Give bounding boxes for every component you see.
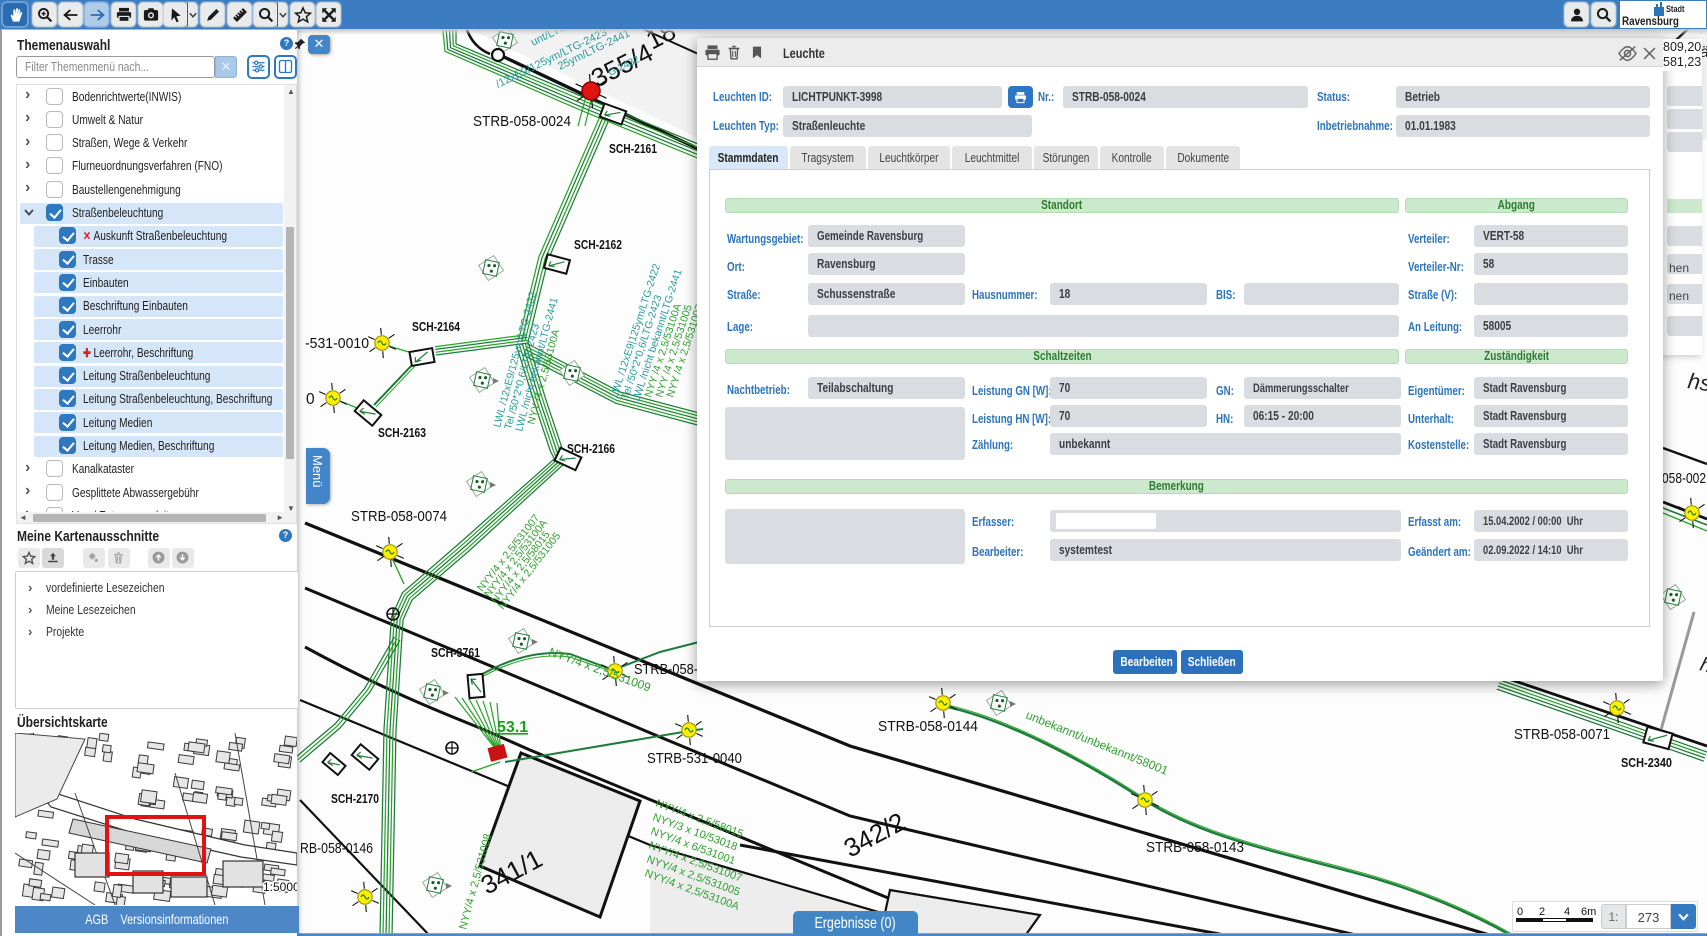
- svg-text:STRB-058-0144: STRB-058-0144: [878, 718, 978, 735]
- svg-text:SCH-2340: SCH-2340: [1621, 756, 1672, 770]
- svg-text:SCH-2170: SCH-2170: [331, 792, 379, 806]
- svg-text:STRB-058-0071: STRB-058-0071: [1514, 726, 1610, 743]
- svg-text:SCH-3761: SCH-3761: [431, 646, 480, 660]
- svg-text:STRB-531-0040: STRB-531-0040: [647, 750, 742, 767]
- svg-text:1:5000: 1:5000: [263, 880, 297, 894]
- svg-text:STRB-058-0074: STRB-058-0074: [351, 508, 447, 525]
- svg-text:STRB-058-0024: STRB-058-0024: [473, 113, 571, 130]
- svg-text:-531-0010: -531-0010: [305, 335, 369, 352]
- svg-text:STRB-058-: STRB-058-: [634, 661, 698, 678]
- svg-text:hs: hs: [1686, 368, 1707, 396]
- svg-text:RB-058-0146: RB-058-0146: [300, 840, 373, 857]
- svg-text:058-002: 058-002: [1662, 470, 1706, 487]
- svg-text:0: 0: [306, 391, 315, 408]
- svg-text:STRB-058-0143: STRB-058-0143: [1146, 839, 1244, 856]
- svg-text:SCH-2161: SCH-2161: [609, 142, 657, 156]
- svg-text:SCH-2162: SCH-2162: [574, 238, 622, 252]
- svg-text:SCH-2163: SCH-2163: [378, 426, 426, 440]
- svg-text:SCH-2164: SCH-2164: [412, 320, 460, 334]
- svg-text:SCH-2166: SCH-2166: [567, 442, 615, 456]
- svg-text:53.1: 53.1: [497, 719, 528, 736]
